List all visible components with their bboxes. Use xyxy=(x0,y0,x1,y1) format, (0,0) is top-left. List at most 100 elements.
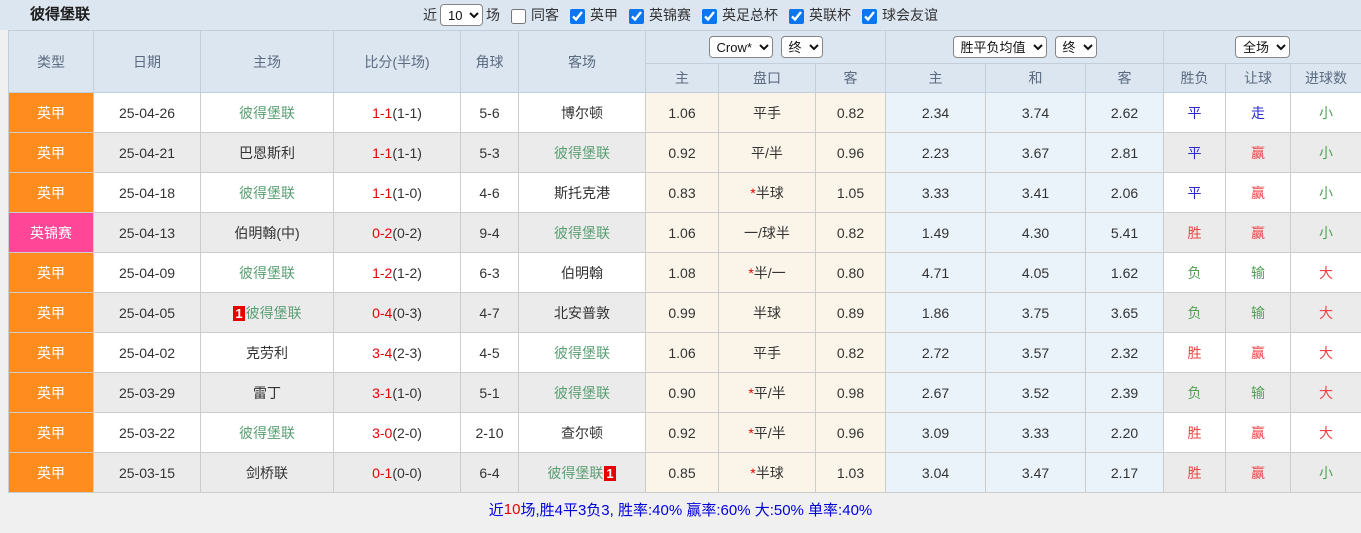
result-text: 胜 xyxy=(1187,424,1202,441)
euro-home-odds: 3.33 xyxy=(885,172,987,213)
spread-result-cell: 输 xyxy=(1225,252,1292,293)
handicap-home-odds: 0.92 xyxy=(645,132,719,173)
away-cell: 彼得堡联 xyxy=(518,332,646,373)
filter-checkbox-5[interactable] xyxy=(862,8,877,24)
handicap-away-odds: 1.03 xyxy=(814,452,887,493)
spread-result-text: 赢 xyxy=(1251,184,1266,201)
league-cell: 英甲 xyxy=(8,132,94,173)
score-cell: 1-1(1-0) xyxy=(333,172,461,213)
table-row: 英甲 25-03-15 剑桥联 0-1(0-0) 6-4 彼得堡联 1 0.85 … xyxy=(8,452,1361,493)
fulltime-score: 0-1 xyxy=(372,464,393,481)
date-cell: 25-03-15 xyxy=(93,452,201,493)
table-row: 英甲 25-04-09 彼得堡联 1-2(1-2) 6-3 伯明翰 1.08 *… xyxy=(8,252,1361,293)
handicap-line-text: 平/半 xyxy=(753,424,786,441)
halftime-score: (1-2) xyxy=(392,264,422,281)
handicap-line: 一/球半 xyxy=(718,212,816,253)
filter-checkbox-4[interactable] xyxy=(789,8,804,24)
score-cell: 1-1(1-1) xyxy=(333,132,461,173)
euro-home-odds: 2.72 xyxy=(885,332,987,373)
goals-result-cell: 小 xyxy=(1290,452,1361,493)
goals-result-text: 小 xyxy=(1319,184,1334,201)
score-cell: 1-1(1-1) xyxy=(333,92,461,133)
home-team-name: 巴恩斯利 xyxy=(239,144,295,161)
scope-select[interactable]: 全场 xyxy=(1235,36,1291,58)
handicap-away-odds: 0.82 xyxy=(814,92,887,133)
handicap-away-odds: 0.96 xyxy=(814,412,887,453)
table-row: 英甲 25-03-22 彼得堡联 3-0(2-0) 2-10 查尔顿 0.92 … xyxy=(8,412,1361,453)
filter-checkbox-3[interactable] xyxy=(702,8,717,24)
spread-result-cell: 赢 xyxy=(1225,132,1292,173)
spread-result-text: 输 xyxy=(1251,264,1266,281)
matches-count-select[interactable]: 10 xyxy=(440,4,483,26)
euro-draw-odds: 3.41 xyxy=(985,172,1087,213)
corner-cell: 4-6 xyxy=(460,172,519,213)
euro-draw-odds: 3.57 xyxy=(985,332,1087,373)
result-text: 负 xyxy=(1187,384,1202,401)
filter-checkbox-0[interactable] xyxy=(511,8,526,24)
company-select[interactable]: Crow* xyxy=(708,36,773,58)
euro-away-odds: 2.06 xyxy=(1085,172,1165,213)
summary-line: 近 10 场,胜4平3负3, 胜率:40% 赢率:60% 大:50% 单率:40% xyxy=(0,493,1361,525)
spread-result-cell: 赢 xyxy=(1225,452,1292,493)
goals-result-cell: 大 xyxy=(1290,252,1361,293)
goals-result-cell: 小 xyxy=(1290,92,1361,133)
goals-result-text: 大 xyxy=(1319,344,1334,361)
goals-result-cell: 大 xyxy=(1290,372,1361,413)
spread-result-text: 输 xyxy=(1251,384,1266,401)
spread-result-text: 赢 xyxy=(1251,224,1266,241)
result-text: 胜 xyxy=(1187,224,1202,241)
euro-home-odds: 2.23 xyxy=(885,132,987,173)
filter-checkbox-1[interactable] xyxy=(570,8,585,24)
goals-result-cell: 大 xyxy=(1290,292,1361,333)
header-eu-home: 主 xyxy=(885,63,987,93)
header-home: 主场 xyxy=(200,30,334,93)
table-row: 英锦赛 25-04-13 伯明翰(中) 0-2(0-2) 9-4 彼得堡联 1.… xyxy=(8,212,1361,253)
result-cell: 胜 xyxy=(1163,332,1227,373)
euro-draw-odds: 4.05 xyxy=(985,252,1087,293)
filter-label-4: 英联杯 xyxy=(809,7,851,23)
europe-odds-select[interactable]: 胜平负均值 xyxy=(952,36,1047,58)
home-team-name: 彼得堡联 xyxy=(239,264,295,281)
filter-checkbox-2[interactable] xyxy=(629,8,644,24)
away-cell: 查尔顿 xyxy=(518,412,646,453)
result-cell: 平 xyxy=(1163,132,1227,173)
handicap-home-odds: 1.06 xyxy=(645,332,719,373)
top-bar: 彼得堡联 近 10 场 同客 英甲 英锦赛 英足总杯 英联杯 球会友谊 xyxy=(0,0,1361,30)
euro-home-odds: 2.67 xyxy=(885,372,987,413)
goals-result-cell: 大 xyxy=(1290,332,1361,373)
result-cell: 平 xyxy=(1163,172,1227,213)
page-title: 彼得堡联 xyxy=(30,6,91,23)
europe-state-select[interactable]: 终 xyxy=(1054,36,1097,58)
league-cell: 英甲 xyxy=(8,332,94,373)
filter-label-1: 英甲 xyxy=(590,7,618,23)
goals-result-text: 大 xyxy=(1319,304,1334,321)
home-team-name: 彼得堡联 xyxy=(245,304,302,321)
spread-result-cell: 赢 xyxy=(1225,332,1292,373)
company-state-select[interactable]: 终 xyxy=(780,36,823,58)
header-date: 日期 xyxy=(93,30,201,93)
home-cell: 剑桥联 xyxy=(200,452,334,493)
home-cell: 彼得堡联 xyxy=(200,172,334,213)
handicap-home-odds: 0.90 xyxy=(645,372,719,413)
handicap-line: 平手 xyxy=(718,92,816,133)
euro-draw-odds: 4.30 xyxy=(985,212,1087,253)
euro-away-odds: 2.20 xyxy=(1085,412,1165,453)
goals-result-text: 大 xyxy=(1319,424,1334,441)
filter-label-5: 球会友谊 xyxy=(882,7,938,23)
score-cell: 3-0(2-0) xyxy=(333,412,461,453)
league-badge: 英甲 xyxy=(9,293,93,332)
result-cell: 平 xyxy=(1163,92,1227,133)
handicap-line-text: 一/球半 xyxy=(744,224,790,241)
spread-result-cell: 赢 xyxy=(1225,172,1292,213)
header-score: 比分(半场) xyxy=(333,30,461,93)
euro-away-odds: 2.81 xyxy=(1085,132,1165,173)
table-row: 英甲 25-04-02 克劳利 3-4(2-3) 4-5 彼得堡联 1.06 平… xyxy=(8,332,1361,373)
spread-result-text: 赢 xyxy=(1251,344,1266,361)
euro-away-odds: 3.65 xyxy=(1085,292,1165,333)
home-cell: 彼得堡联 xyxy=(200,252,334,293)
away-cell: 彼得堡联 xyxy=(518,212,646,253)
goals-result-text: 小 xyxy=(1319,104,1334,121)
result-cell: 胜 xyxy=(1163,412,1227,453)
handicap-line-text: 半球 xyxy=(753,304,781,321)
handicap-away-odds: 0.82 xyxy=(814,212,887,253)
